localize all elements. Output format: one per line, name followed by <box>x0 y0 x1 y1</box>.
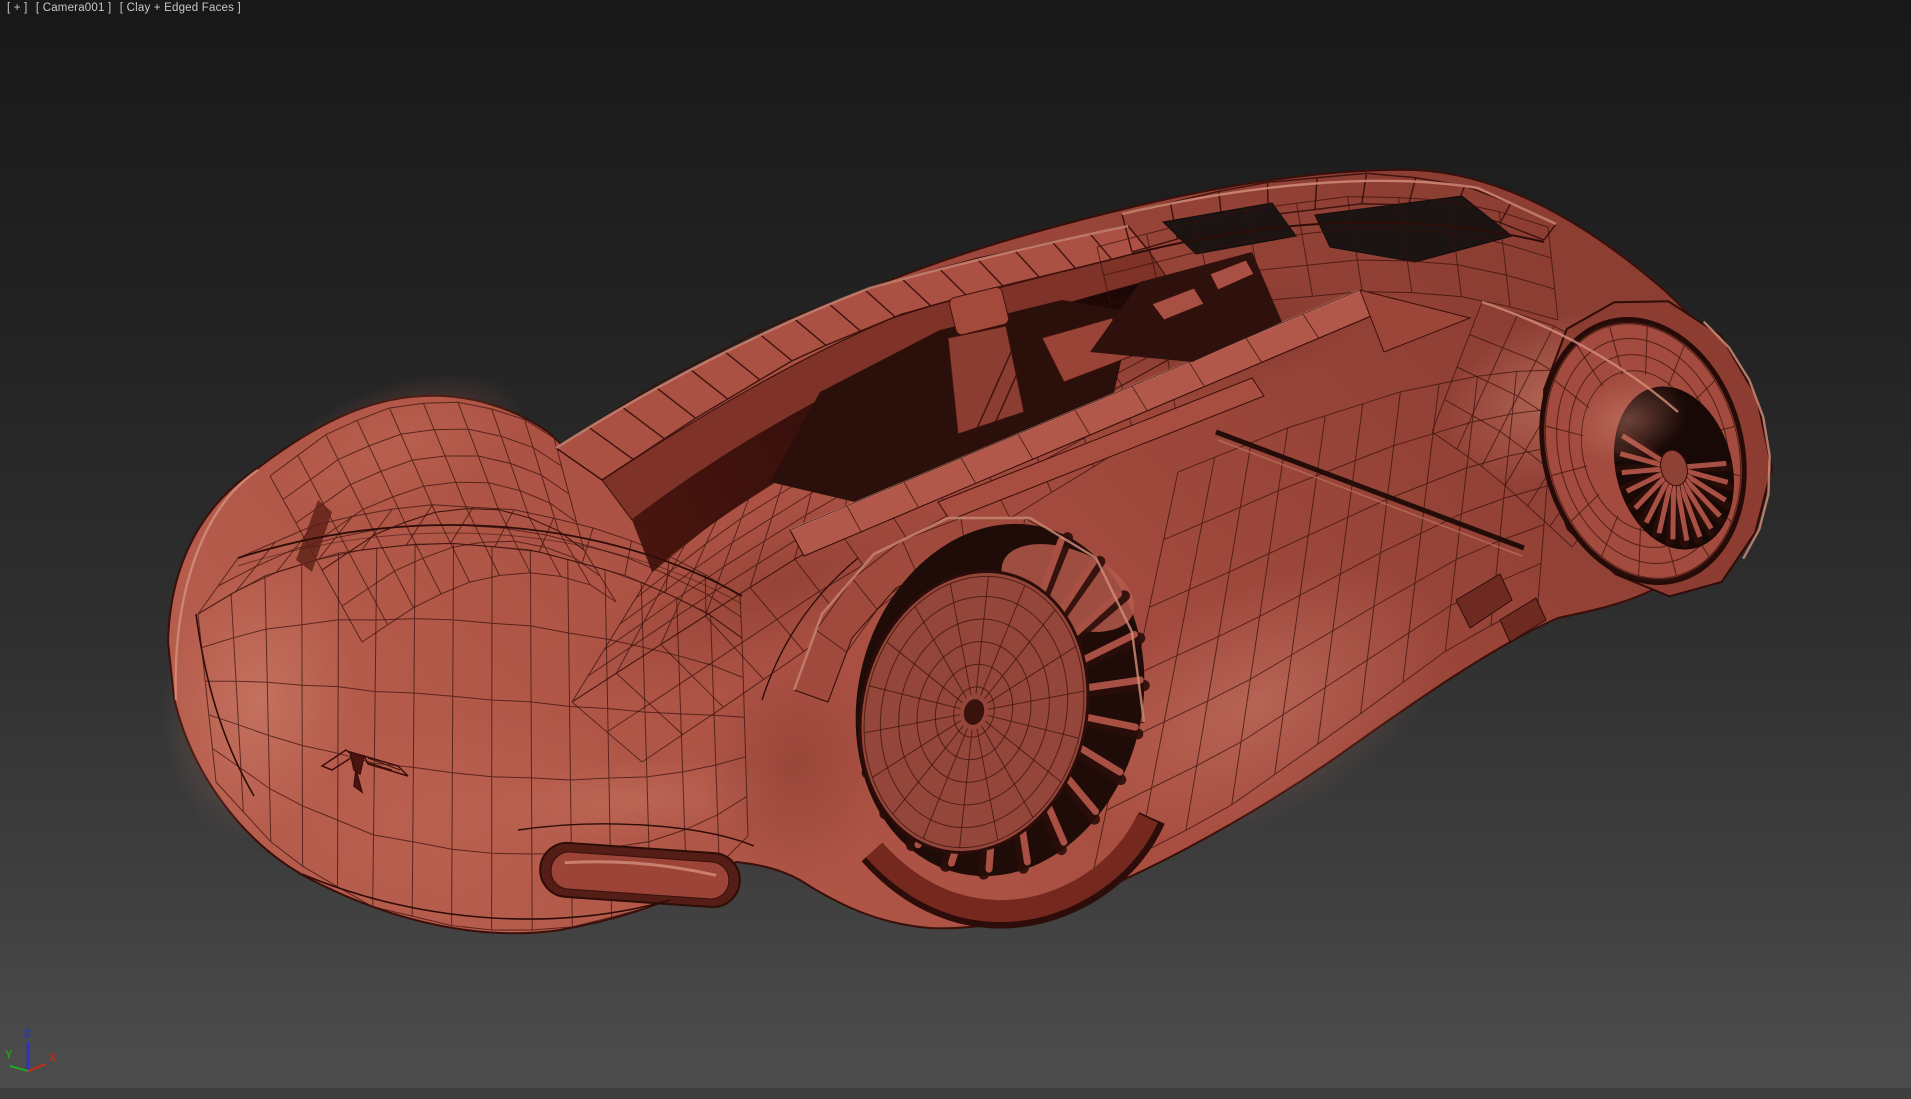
viewport-shading-menu[interactable]: [ Clay + Edged Faces ] <box>120 2 241 14</box>
viewport-pov-menu[interactable]: [ + ] <box>7 2 28 14</box>
y-axis-label: Y <box>5 1049 13 1061</box>
wire-line <box>1621 466 1662 476</box>
wire-line <box>1670 485 1677 540</box>
3d-viewport[interactable]: [ + ] [ Camera001 ] [ Clay + Edged Faces… <box>0 0 1911 1099</box>
viewport-label: [ + ] [ Camera001 ] [ Clay + Edged Faces… <box>7 2 246 14</box>
x-axis-label: X <box>49 1052 57 1064</box>
y-axis-icon <box>9 1064 29 1073</box>
concept-car-model[interactable] <box>144 168 1773 935</box>
viewport-canvas[interactable] <box>0 0 1911 1099</box>
world-axis-gizmo: Z X Y <box>5 1028 57 1073</box>
viewport-bottom-strip <box>0 1088 1911 1099</box>
viewport-camera-menu[interactable]: [ Camera001 ] <box>36 2 111 14</box>
wire-line <box>1686 460 1727 470</box>
x-axis-icon <box>27 1062 47 1073</box>
z-axis-label: Z <box>24 1028 31 1040</box>
